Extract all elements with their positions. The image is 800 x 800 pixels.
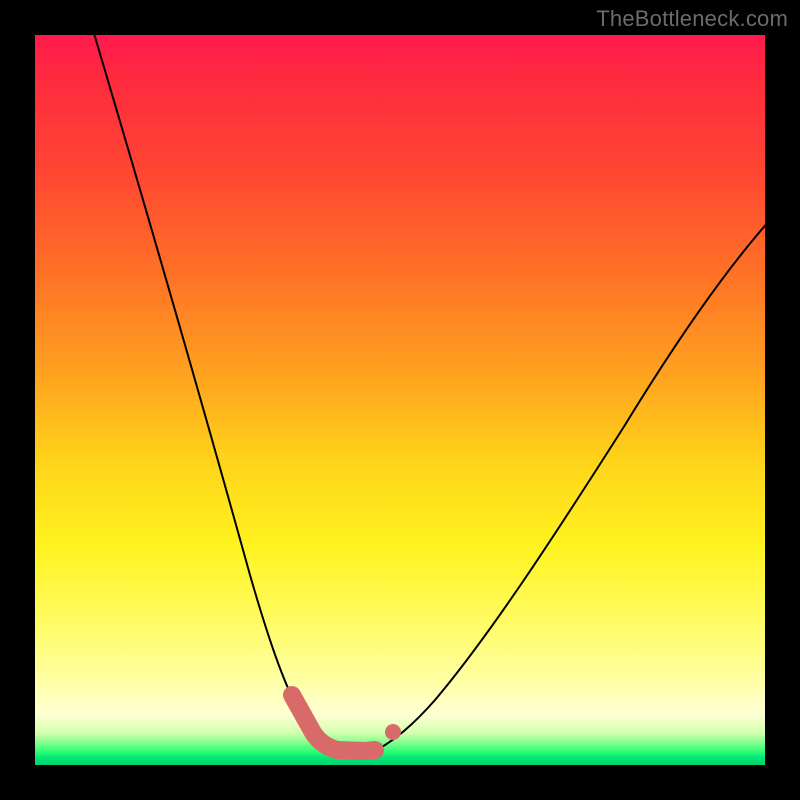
bottleneck-marker xyxy=(292,695,375,751)
curve-layer xyxy=(35,35,765,765)
curve-right-branch xyxy=(375,220,770,751)
bottleneck-marker-dot xyxy=(385,724,401,740)
chart-frame: TheBottleneck.com xyxy=(0,0,800,800)
curve-left-branch xyxy=(90,20,335,751)
plot-area xyxy=(35,35,765,765)
watermark-text: TheBottleneck.com xyxy=(596,6,788,32)
